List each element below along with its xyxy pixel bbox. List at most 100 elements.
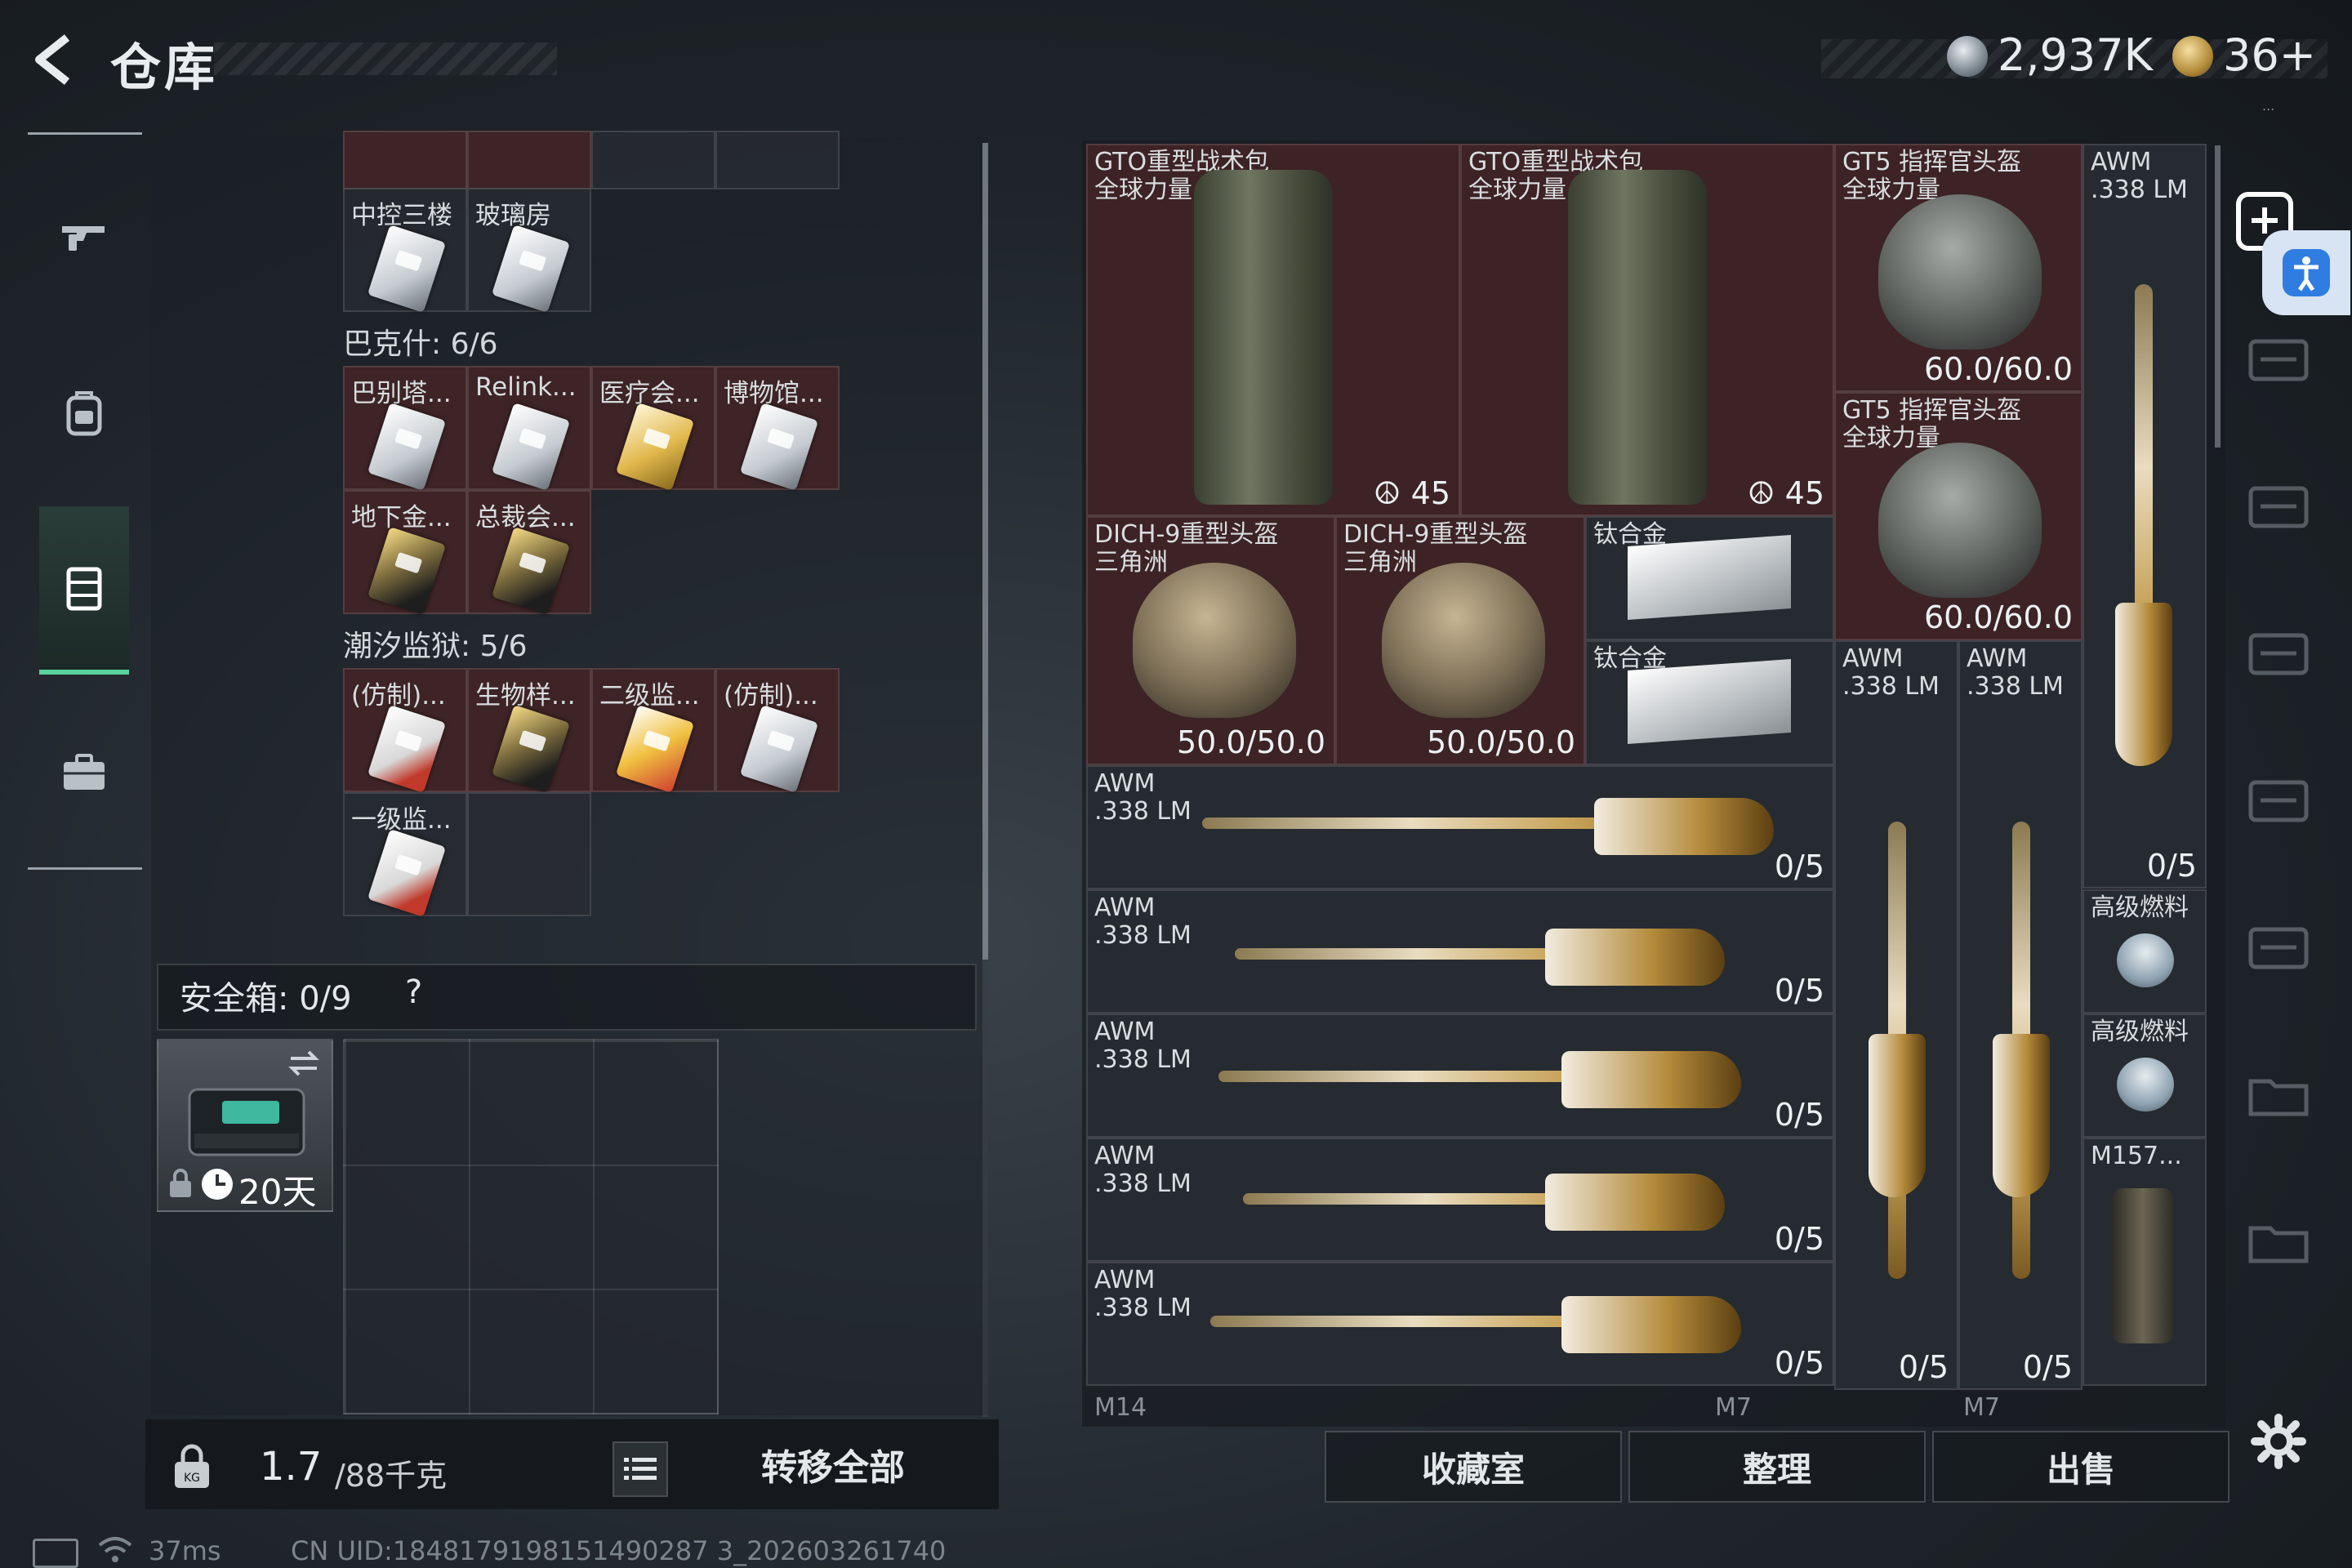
stash-item-helmet[interactable]: GT5 指挥官头盔 全球力量 60.0/60.0	[1834, 392, 2082, 640]
fuel-can-icon	[2117, 1058, 2174, 1111]
stash-item-rifle[interactable]: AWM .338 LM 0/5	[1086, 1262, 1834, 1386]
stash-item-rifle[interactable]: AWM .338 LM 0/5	[1086, 765, 1834, 889]
key-card-slot[interactable]: 一级监...	[343, 792, 467, 917]
item-durability: 60.0/60.0	[1923, 351, 2073, 387]
key-card-label: 一级监...	[351, 805, 452, 835]
help-button[interactable]: ?	[405, 973, 422, 1011]
stash-item-helmet[interactable]: DICH-9重型头盔 三角洲 50.0/50.0	[1086, 516, 1335, 765]
stash-tab-icon	[2248, 486, 2309, 528]
key-card-slot[interactable]: 二级监...	[591, 668, 715, 793]
token-icon	[2172, 36, 2213, 77]
key-card-icon	[739, 705, 819, 793]
stash-item-material[interactable]: 钛合金	[1585, 516, 1834, 640]
collection-room-button[interactable]: 收藏室	[1325, 1431, 1622, 1503]
key-card-slot[interactable]	[343, 131, 467, 189]
safe-box-icon	[188, 1088, 305, 1156]
key-card-slot[interactable]: 地下金...	[343, 490, 467, 615]
swap-icon[interactable]	[286, 1047, 322, 1080]
key-card-slot[interactable]: 巴别塔...	[343, 366, 467, 491]
key-card-slot[interactable]: 总裁会...	[467, 490, 591, 615]
key-card-slot[interactable]	[467, 131, 591, 189]
stash-item-material[interactable]: 钛合金	[1585, 640, 1834, 765]
key-card-label: 二级监...	[599, 681, 700, 710]
titanium-plate-icon	[1628, 659, 1791, 744]
key-card-slot[interactable]: 医疗会...	[591, 366, 715, 491]
key-card-slot[interactable]: 博物馆...	[715, 366, 840, 491]
stash-scrollbar[interactable]	[2215, 145, 2221, 448]
key-card-slot[interactable]: 玻璃房	[467, 188, 591, 313]
user-uid: CN UID:1848179198151490287 3_20260326174…	[291, 1535, 947, 1566]
stash-item-attachment[interactable]: M157...	[2082, 1138, 2207, 1386]
key-card-slot[interactable]: (仿制)...	[343, 668, 467, 793]
nav-armory[interactable]	[39, 506, 129, 675]
key-card-slot[interactable]	[591, 131, 715, 189]
stash-item-rifle[interactable]: AWM .338 LM 0/5	[1086, 1013, 1834, 1138]
stash-tab[interactable]	[2246, 629, 2311, 679]
gear-icon	[2251, 1414, 2306, 1469]
key-card-slot[interactable]: (仿制)...	[715, 668, 840, 793]
key-card-label: 生物样...	[475, 681, 576, 710]
stash-item-helmet[interactable]: GT5 指挥官头盔 全球力量 60.0/60.0	[1834, 144, 2082, 392]
stash-tab-icon	[2248, 780, 2309, 822]
stash-item-rifle[interactable]: AWM .338 LM 0/5	[1086, 889, 1834, 1013]
money-amount: 2,937K	[1998, 29, 2154, 81]
item-ammo: 0/5	[2146, 848, 2197, 884]
rifle-stock-icon	[2115, 603, 2172, 766]
stash-tab[interactable]	[2246, 1070, 2311, 1120]
key-card-slot[interactable]: 生物样...	[467, 668, 591, 793]
sort-button[interactable]: 整理	[1628, 1431, 1926, 1503]
key-card-slot[interactable]: Relink...	[467, 366, 591, 491]
stash-item-rifle[interactable]: AWM .338 LM 0/5	[2082, 144, 2207, 889]
item-capacity: ☮ 45	[1373, 475, 1450, 511]
lock-icon	[170, 1169, 191, 1197]
safe-box-label: 安全箱: 0/9	[180, 980, 352, 1018]
key-card-label: 巴别塔...	[351, 379, 452, 408]
accessibility-button[interactable]	[2262, 230, 2350, 315]
weight-value: 1.7	[260, 1444, 323, 1490]
stash-item-rifle[interactable]: AWM .338 LM 0/5	[1086, 1138, 1834, 1262]
settings-button[interactable]	[2250, 1413, 2307, 1470]
helmet-icon	[1133, 563, 1296, 718]
key-card-slot[interactable]	[715, 131, 840, 189]
item-durability: 60.0/60.0	[1923, 599, 2073, 635]
next-row-label: M14	[1094, 1393, 1147, 1422]
safe-box-grid[interactable]	[343, 1039, 719, 1414]
stash-item-fuel[interactable]: 高级燃料	[2082, 889, 2207, 1013]
nav-briefcase[interactable]	[39, 691, 129, 854]
key-card-slot[interactable]: 中控三楼	[343, 188, 467, 313]
item-ammo: 0/5	[1774, 849, 1824, 884]
item-name: GT5 指挥官头盔 全球力量	[1842, 396, 2022, 452]
helmet-icon	[1878, 443, 2042, 598]
stash-item-fuel[interactable]: 高级燃料	[2082, 1013, 2207, 1138]
stash-tab[interactable]	[2246, 482, 2311, 532]
stash-item-rifle[interactable]: AWM .338 LM 0/5	[1958, 640, 2082, 1390]
list-view-button[interactable]	[612, 1441, 668, 1497]
empty-slot[interactable]	[467, 792, 591, 916]
stash-item-backpack[interactable]: GTO重型战术包 全球力量 ☮ 45	[1086, 144, 1460, 516]
stash-tab[interactable]	[2246, 776, 2311, 826]
briefcase-icon	[64, 754, 105, 790]
stash-item-rifle[interactable]: AWM .338 LM 0/5	[1834, 640, 1958, 1390]
item-name: 高级燃料	[2091, 893, 2189, 922]
rifle-stock-icon	[1993, 1034, 2050, 1197]
helmet-icon	[1382, 563, 1545, 718]
item-ammo: 0/5	[1898, 1349, 1949, 1385]
key-card-icon	[367, 527, 447, 615]
stash-tab[interactable]	[2246, 1217, 2311, 1267]
stash-item-helmet[interactable]: DICH-9重型头盔 三角洲 50.0/50.0	[1335, 516, 1585, 765]
left-scrollbar-thumb[interactable]	[982, 143, 988, 960]
key-card-label: 中控三楼	[351, 201, 452, 230]
m157-icon	[2112, 1188, 2174, 1343]
sell-button[interactable]: 出售	[1932, 1431, 2230, 1503]
nav-equipment[interactable]	[39, 332, 129, 495]
key-card-label: (仿制)...	[351, 681, 446, 710]
stash-item-backpack[interactable]: GTO重型战术包 全球力量 ☮ 45	[1460, 144, 1834, 516]
helmet-icon	[1878, 194, 2042, 350]
stash-tab[interactable]	[2246, 923, 2311, 973]
back-button[interactable]	[24, 31, 82, 88]
next-row-label: M7	[1963, 1393, 2000, 1422]
stash-tab[interactable]	[2246, 335, 2311, 385]
next-row-label: M7	[1715, 1393, 1752, 1422]
transfer-all-button[interactable]: 转移全部	[702, 1429, 964, 1499]
nav-weapons[interactable]	[39, 152, 129, 315]
